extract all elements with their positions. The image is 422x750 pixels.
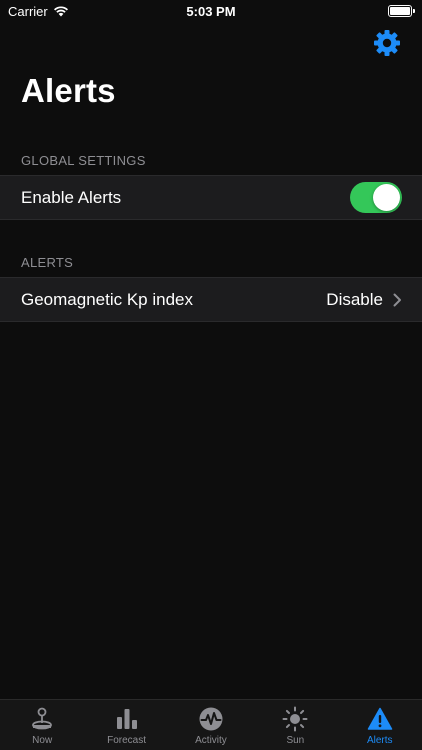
toggle-knob	[373, 184, 400, 211]
enable-alerts-label: Enable Alerts	[21, 187, 122, 207]
tab-alerts[interactable]: Alerts	[338, 700, 422, 750]
bar-chart-icon	[116, 709, 137, 729]
status-bar: Carrier 5:03 PM	[0, 0, 422, 22]
tab-alerts-label: Alerts	[366, 735, 393, 746]
section-header-alerts: ALERTS	[21, 255, 74, 270]
section-header-global-settings: GLOBAL SETTINGS	[21, 153, 146, 168]
enable-alerts-row: Enable Alerts	[0, 175, 422, 220]
wifi-icon	[53, 6, 68, 17]
enable-alerts-toggle[interactable]	[350, 182, 402, 213]
geomagnetic-kp-value-group: Disable	[326, 290, 402, 310]
page-title: Alerts	[21, 72, 116, 109]
status-left: Carrier	[8, 4, 69, 19]
chevron-right-icon	[393, 293, 401, 306]
activity-icon	[199, 707, 223, 731]
tab-bar: Now Forecast Activity Sun Alerts	[0, 699, 422, 750]
tab-forecast-label: Forecast	[107, 735, 147, 746]
battery-icon	[388, 5, 415, 17]
battery-fill	[390, 7, 410, 15]
sun-icon	[282, 706, 308, 732]
tab-sun-label: Sun	[286, 735, 305, 746]
tab-activity-label: Activity	[195, 735, 227, 746]
gear-icon	[374, 30, 400, 56]
warning-icon	[367, 707, 392, 730]
geomagnetic-kp-row[interactable]: Geomagnetic Kp index Disable	[0, 277, 422, 322]
geomagnetic-kp-value: Disable	[326, 289, 383, 309]
tab-now[interactable]: Now	[0, 700, 84, 750]
tab-activity[interactable]: Activity	[169, 700, 253, 750]
tab-sun[interactable]: Sun	[253, 700, 337, 750]
tab-now-label: Now	[32, 735, 53, 746]
alerts-screen: Carrier 5:03 PM Alerts GLOBAL SETTINGS E…	[0, 0, 422, 750]
carrier-label: Carrier	[8, 3, 48, 19]
settings-button[interactable]	[372, 28, 402, 58]
tab-forecast[interactable]: Forecast	[85, 700, 169, 750]
geomagnetic-kp-label: Geomagnetic Kp index	[21, 289, 193, 309]
joystick-icon	[32, 707, 53, 730]
